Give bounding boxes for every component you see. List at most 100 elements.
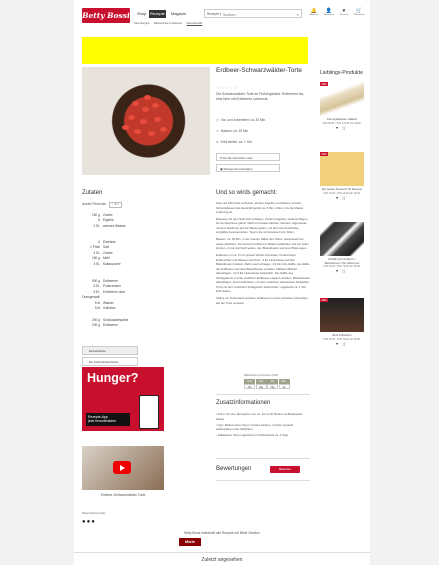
servings-stepper[interactable]: − 8 +: [109, 202, 123, 208]
ratings-title: Bewertungen: [216, 466, 252, 472]
product-card[interactable]: NEU Dampfglätteisen Hallelot CHF 99.95 •…: [320, 82, 364, 130]
step-paragraph: Späne um Tortenrand verteilen. Erdbeeren…: [216, 296, 309, 305]
print-button-label: Rezept herunterladen: [223, 167, 253, 171]
product-price: CHF 99.95 • CHF 179.95 inkl. MwSt.: [322, 121, 362, 125]
breadcrumb: Sammlungen Backrezepte & Desserts Rezept…: [134, 22, 206, 25]
ad-banner[interactable]: [82, 37, 308, 64]
step-paragraph: Ofen auf 180 Grad vorheizen. Zucker, Eig…: [216, 201, 303, 214]
recently-viewed-title: Zuletzt angesehen: [201, 557, 243, 563]
share-label: Dieses Rezept teilen: [82, 512, 106, 515]
list-item: Form: für eine Springform von ca. 24 cm …: [216, 412, 310, 421]
product-actions[interactable]: ♥ 🛒: [320, 342, 364, 347]
meta-bake: ▭ Backen: ca. 35 Min.: [216, 129, 249, 133]
site-header: Betty Bossi Shop Rezepte Magazin Rezepte…: [74, 0, 370, 30]
brand-logo[interactable]: Betty Bossi: [82, 8, 130, 23]
meta-text: Kühl stellen: ca. 1 Std.: [220, 140, 253, 144]
ingredient-group: 200 g Schokoladespäne 200 g Erdbeeren: [82, 318, 142, 329]
promo-headline: Hunger?: [87, 371, 139, 385]
rate-button[interactable]: Bewerten: [270, 466, 300, 473]
servings-value: 8: [114, 202, 117, 206]
product-price: CHF 29.95 • CHF 39.90 inkl. MwSt.: [323, 337, 361, 341]
social-share-icons[interactable]: ●●●: [82, 519, 96, 527]
ingredient-row: 6 EL Erdbeeren oder Orangensaft: [82, 289, 126, 300]
recipe-title: Erdbeer-Schwarzwälder-Torte: [216, 67, 302, 74]
new-badge: NEU: [320, 82, 329, 87]
fridge-icon: ❄: [216, 140, 219, 144]
shopping-list-button[interactable]: Einkaufsliste: [82, 346, 138, 355]
sidebar-title: Lieblings-Produkte: [320, 70, 363, 76]
product-price: CHF 34.95 • CHF 49.90 inkl. MwSt.: [323, 191, 361, 195]
search-input[interactable]: [223, 11, 297, 18]
ingredient-group: 150 g Zucker 6 Eigelbe 2 EL warmes Wasser: [82, 213, 142, 229]
bell-icon[interactable]: 🔔 Aktionen: [307, 8, 321, 17]
product-name: HOME Formenblech + Backrahmen-Trio Hitlo…: [324, 257, 360, 265]
app-promo-banner[interactable]: Hunger? Rezepte-App jetzt herunterladen: [82, 367, 164, 431]
servings-control: Anzahl Personen − 8 +: [82, 202, 123, 208]
product-image: NEU: [320, 298, 364, 332]
nutrition-table: Nährwerte pro Person (1/8) kcal Fett KH Eiw…: [244, 373, 290, 389]
search-icon[interactable]: ⌕: [297, 10, 299, 19]
play-icon[interactable]: [113, 461, 131, 474]
sponsor-text: Betty Bossi entwickelt alle Rezepte mit …: [184, 531, 260, 535]
print-button[interactable]: ▣ Rezept herunterladen: [216, 164, 280, 172]
product-actions[interactable]: ♥ 🛒: [320, 196, 364, 201]
one-click-list-button[interactable]: Ein-Klick-Einkaufsliste: [82, 357, 138, 366]
cart-icon[interactable]: 🛒 Warenkorb: [352, 8, 366, 17]
meta-prep: ◷ Vor- und zubereiten: ca. 30 Min.: [216, 118, 266, 122]
video-caption: Erdbeer-Schwarzwälder-Torte: [100, 493, 146, 497]
nav-rezepte[interactable]: Rezepte: [149, 10, 166, 18]
ingredient-row: 200 g Erdbeeren: [92, 323, 118, 328]
header-icon-label: Anmelden: [324, 14, 334, 16]
recipe-video[interactable]: [82, 446, 164, 490]
nutrition-value-row: 494 29g 46g 9g: [244, 383, 290, 389]
steps-title: Und so wirds gemacht:: [216, 190, 278, 196]
list-item: Tipp: Biskuit einen Tag im Voraus backen…: [216, 423, 310, 432]
user-icon[interactable]: 👤 Anmelden: [322, 8, 336, 17]
breadcrumb-current[interactable]: Rezeptdetails: [187, 22, 203, 25]
new-badge: NEU: [320, 152, 329, 157]
product-actions[interactable]: ♥ 🛒: [320, 269, 364, 274]
search-bar: Rezepte ▾ ⌕: [204, 9, 302, 18]
product-card[interactable]: NEU Die besten Desserts 50 Rezepte CHF 3…: [320, 152, 364, 200]
steps-body: Ofen auf 180 Grad vorheizen. Zucker, Eig…: [216, 201, 310, 307]
step-paragraph: Eiweisse mit dem Salz steif schlagen, Zu…: [216, 216, 309, 235]
extra-info-title: Zusatzinformationen: [216, 400, 271, 406]
ingredient-group: 500 g Erdbeeren 6 EL Puderzucker 6 EL Erdbe…: [82, 279, 142, 311]
oven-icon: ▭: [216, 129, 220, 133]
search-scope-select[interactable]: Rezepte ▾: [207, 10, 221, 19]
product-card[interactable]: HOME Formenblech + Backrahmen-Trio Hitlo…: [320, 222, 364, 274]
servings-label: Anzahl Personen: [82, 202, 107, 206]
heart-icon[interactable]: ♥ Favoriten: [337, 8, 351, 17]
favorite-button[interactable]: ♥ Auf die Favoriten-Liste: [216, 153, 280, 161]
page: Betty Bossi Shop Rezepte Magazin Rezepte…: [74, 0, 370, 565]
miele-logo[interactable]: Miele: [179, 538, 201, 546]
breadcrumb-item[interactable]: Backrezepte & Desserts: [154, 22, 182, 25]
header-icon-label: Warenkorb: [353, 14, 365, 16]
product-actions[interactable]: ♥ 🛒: [320, 126, 364, 131]
ingredient-group: 6 Eiweisse 1 Prise Salz 4 EL Zucker 150 g Me…: [82, 240, 142, 267]
header-icon-label: Favoriten: [339, 14, 349, 16]
product-image: NEU: [320, 82, 364, 116]
favorite-button-label: Auf die Favoriten-Liste: [222, 156, 253, 160]
ingredient-row: 2 EL warmes Wasser: [93, 223, 126, 228]
promo-app-text: Rezepte-App jetzt herunterladen: [86, 413, 130, 426]
nav-shop[interactable]: Shop: [136, 10, 147, 18]
step-paragraph: Erdbeeren in ca. 5 mm grosse Würfel schn…: [216, 253, 310, 294]
breadcrumb-item[interactable]: Sammlungen: [134, 22, 149, 25]
clock-icon: ◷: [216, 118, 219, 122]
divider: [216, 394, 310, 395]
divider: [74, 552, 370, 553]
extra-info-list: Form: für eine Springform von ca. 24 cm …: [216, 412, 310, 439]
header-icon-label: Aktionen: [309, 14, 319, 16]
meta-text: Vor- und zubereiten: ca. 30 Min.: [220, 118, 266, 122]
rating-stars[interactable]: ☆☆☆☆☆: [216, 85, 238, 91]
product-card[interactable]: NEU Best & Backfrei CHF 29.95 • CHF 39.9…: [320, 298, 364, 346]
ingredients-title: Zutaten: [82, 190, 103, 196]
product-image: [320, 222, 364, 256]
divider: [216, 480, 310, 481]
phone-image: [139, 395, 159, 429]
meta-chill: ❄ Kühl stellen: ca. 1 Std.: [216, 140, 252, 144]
recipe-description: Die Schwarzwälder-Torte im Frühlingsklei…: [216, 92, 305, 101]
ingredient-row: 4 EL Kakaopulver: [93, 261, 121, 266]
nav-magazin[interactable]: Magazin: [170, 10, 187, 18]
